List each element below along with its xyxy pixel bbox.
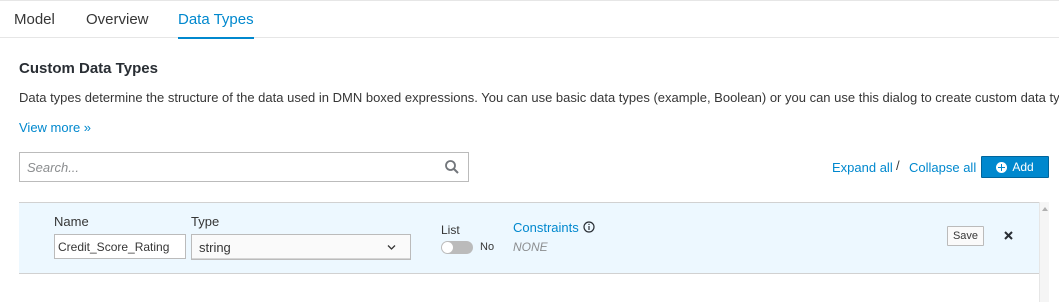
type-selected-value: string — [199, 240, 231, 255]
data-types-page: Model Overview Data Types Custom Data Ty… — [0, 0, 1059, 302]
expand-all-link[interactable]: Expand all — [832, 160, 893, 175]
list-toggle[interactable] — [441, 241, 473, 254]
list-label: List — [441, 223, 460, 237]
tab-data-types[interactable]: Data Types — [178, 1, 254, 39]
view-more-link[interactable]: View more » — [19, 120, 91, 135]
search-input[interactable] — [20, 153, 440, 181]
add-button-label: Add — [1012, 160, 1034, 174]
toolbar-separator: / — [896, 158, 900, 173]
search-box — [19, 152, 469, 182]
name-label: Name — [54, 214, 89, 229]
close-icon[interactable] — [1004, 231, 1013, 240]
constraints-link[interactable]: Constraints — [513, 220, 579, 235]
tab-overview[interactable]: Overview — [86, 1, 149, 38]
scroll-up-arrow-icon[interactable] — [1042, 207, 1048, 211]
scrollbar[interactable] — [1039, 202, 1049, 302]
name-field[interactable] — [54, 234, 186, 259]
type-label: Type — [191, 214, 220, 229]
section-description: Data types determine the structure of th… — [19, 90, 1059, 105]
plus-circle-icon — [996, 161, 1008, 173]
constraints-value: NONE — [513, 240, 548, 254]
tab-model[interactable]: Model — [14, 1, 55, 38]
search-icon[interactable] — [444, 159, 460, 175]
type-select[interactable]: string — [191, 234, 411, 260]
add-button[interactable]: Add — [981, 156, 1049, 178]
tab-bar: Model Overview Data Types — [0, 0, 1059, 39]
chevron-down-icon — [387, 245, 396, 250]
toggle-knob — [442, 242, 453, 253]
section-title: Custom Data Types — [19, 60, 158, 77]
list-toggle-text: No — [480, 241, 495, 253]
save-button[interactable]: Save — [947, 226, 984, 246]
info-icon[interactable] — [583, 221, 595, 233]
collapse-all-link[interactable]: Collapse all — [909, 160, 976, 175]
